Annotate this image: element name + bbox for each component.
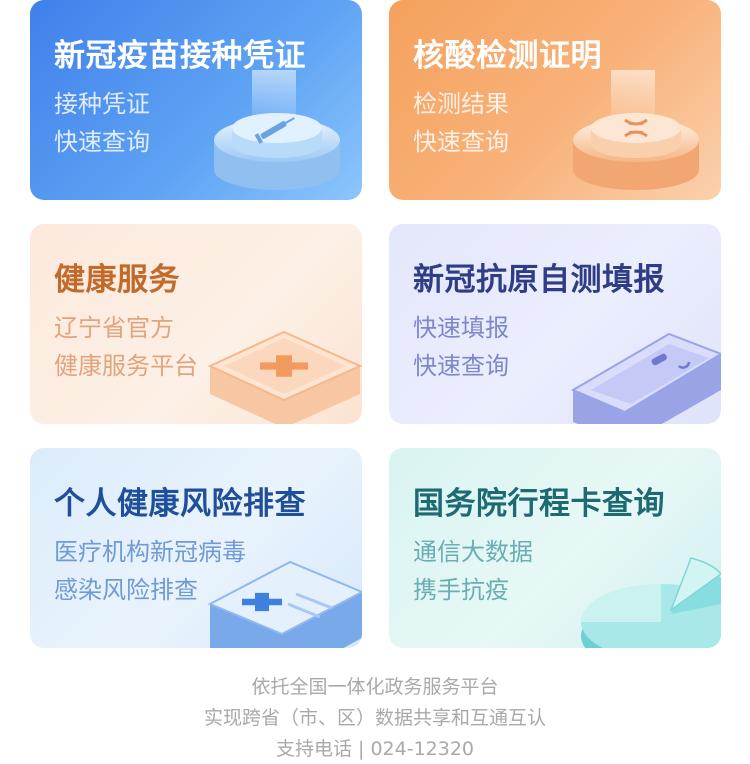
footer: 依托全国一体化政务服务平台 实现跨省（市、区）数据共享和互通互认 支持电话 | … — [0, 672, 750, 764]
card-title: 核酸检测证明 — [413, 38, 602, 74]
vaccine-syringe-icon — [214, 70, 340, 190]
nucleic-acid-test-icon — [573, 70, 699, 190]
footer-support-phone: 支持电话 | 024-12320 — [275, 738, 475, 760]
card-subtitle-line2: 携手抗疫 — [413, 576, 509, 604]
card-subtitle-line2: 快速查询 — [413, 352, 509, 380]
card-subtitle-line2: 快速查询 — [54, 128, 150, 156]
card-subtitle-line1: 快速填报 — [413, 314, 509, 342]
card-subtitle-line2: 感染风险排查 — [54, 576, 198, 604]
card-health-risk-screening[interactable]: 个人健康风险排查 医疗机构新冠病毒 感染风险排查 — [30, 448, 362, 648]
antigen-test-card-icon — [570, 332, 721, 424]
card-nucleic-acid-test[interactable]: 核酸检测证明 检测结果 快速查询 — [389, 0, 721, 200]
card-itinerary-query[interactable]: 国务院行程卡查询 通信大数据 携手抗疫 — [389, 448, 721, 648]
card-antigen-self-test[interactable]: 新冠抗原自测填报 快速填报 快速查询 — [389, 224, 721, 424]
card-title: 国务院行程卡查询 — [413, 486, 665, 522]
card-title: 新冠抗原自测填报 — [413, 262, 665, 298]
card-title: 个人健康风险排查 — [54, 486, 306, 522]
card-subtitle-line2: 健康服务平台 — [54, 352, 198, 380]
card-title: 健康服务 — [54, 262, 180, 298]
card-subtitle-line2: 快速查询 — [413, 128, 509, 156]
footer-data-sharing-note: 实现跨省（市、区）数据共享和互通互认 — [203, 707, 546, 729]
card-vaccine-certificate[interactable]: 新冠疫苗接种凭证 接种凭证 快速查询 — [30, 0, 362, 200]
pie-chart-icon — [581, 557, 721, 648]
card-health-services[interactable]: 健康服务 辽宁省官方 健康服务平台 — [30, 224, 362, 424]
card-subtitle-line1: 辽宁省官方 — [54, 314, 174, 342]
card-title: 新冠疫苗接种凭证 — [54, 38, 306, 74]
card-subtitle-line1: 接种凭证 — [54, 90, 150, 118]
footer-platform-note: 依托全国一体化政务服务平台 — [251, 676, 499, 698]
medical-cross-box-icon — [207, 330, 362, 424]
card-subtitle-line1: 检测结果 — [413, 90, 509, 118]
medical-report-icon — [207, 560, 362, 648]
card-subtitle-line1: 通信大数据 — [413, 538, 533, 566]
